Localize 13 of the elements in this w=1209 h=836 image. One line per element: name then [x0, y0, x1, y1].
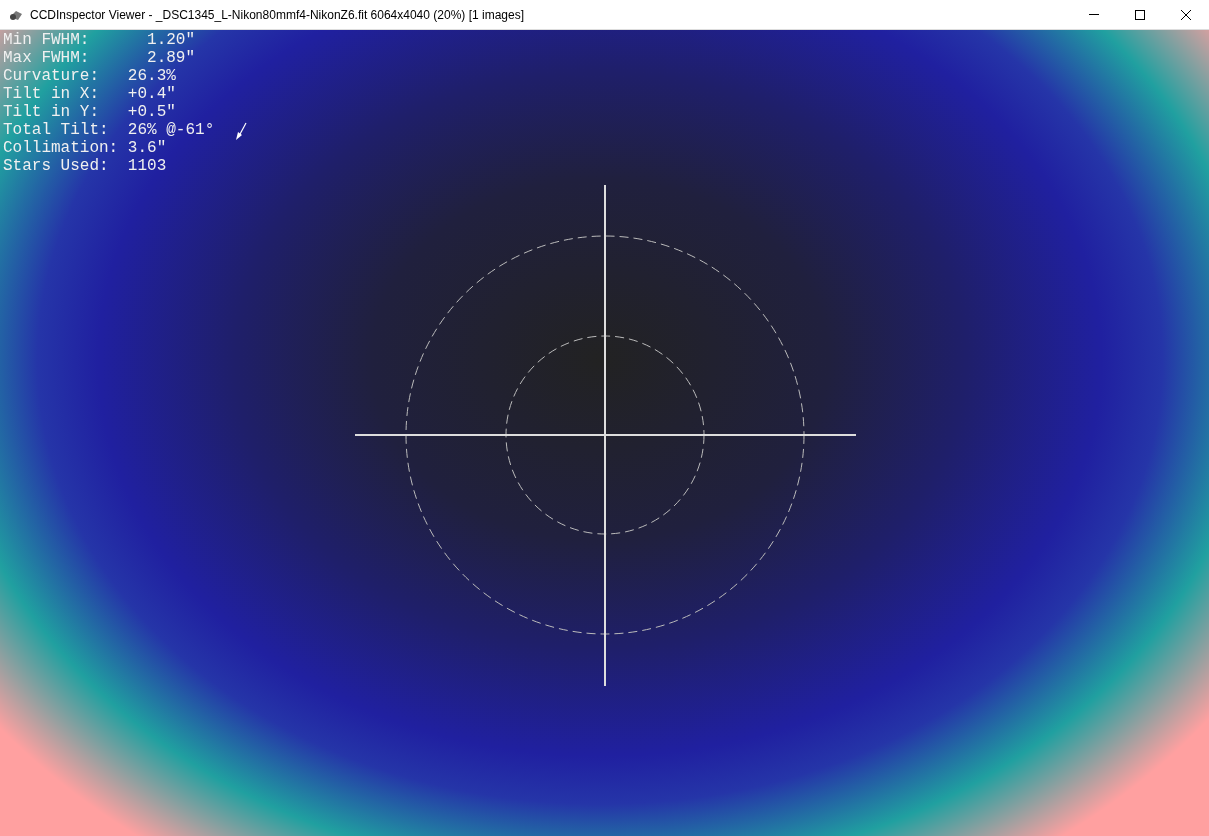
stat-line: Max FWHM: 2.89": [3, 49, 197, 67]
maximize-icon: [1135, 9, 1145, 20]
stat-line: Min FWHM: 1.20": [3, 31, 197, 49]
stat-line: Tilt in X: +0.4": [3, 85, 177, 103]
close-icon: [1181, 9, 1191, 20]
stat-line: Total Tilt: 26% @-61°: [3, 121, 215, 139]
stat-line: Stars Used: 1103: [3, 157, 168, 175]
stat-line: Tilt in Y: +0.5": [3, 103, 177, 121]
stat-line: Curvature: 26.3%: [3, 67, 177, 85]
minimize-icon: [1089, 14, 1099, 15]
tilt-arrow: [236, 122, 247, 140]
window-title: CCDInspector Viewer - _DSC1345_L-Nikon80mmf4-NikonZ6.fit 6064x4040 (20%) [1 images]: [30, 7, 525, 22]
stat-line: Collimation: 3.6": [3, 139, 168, 157]
